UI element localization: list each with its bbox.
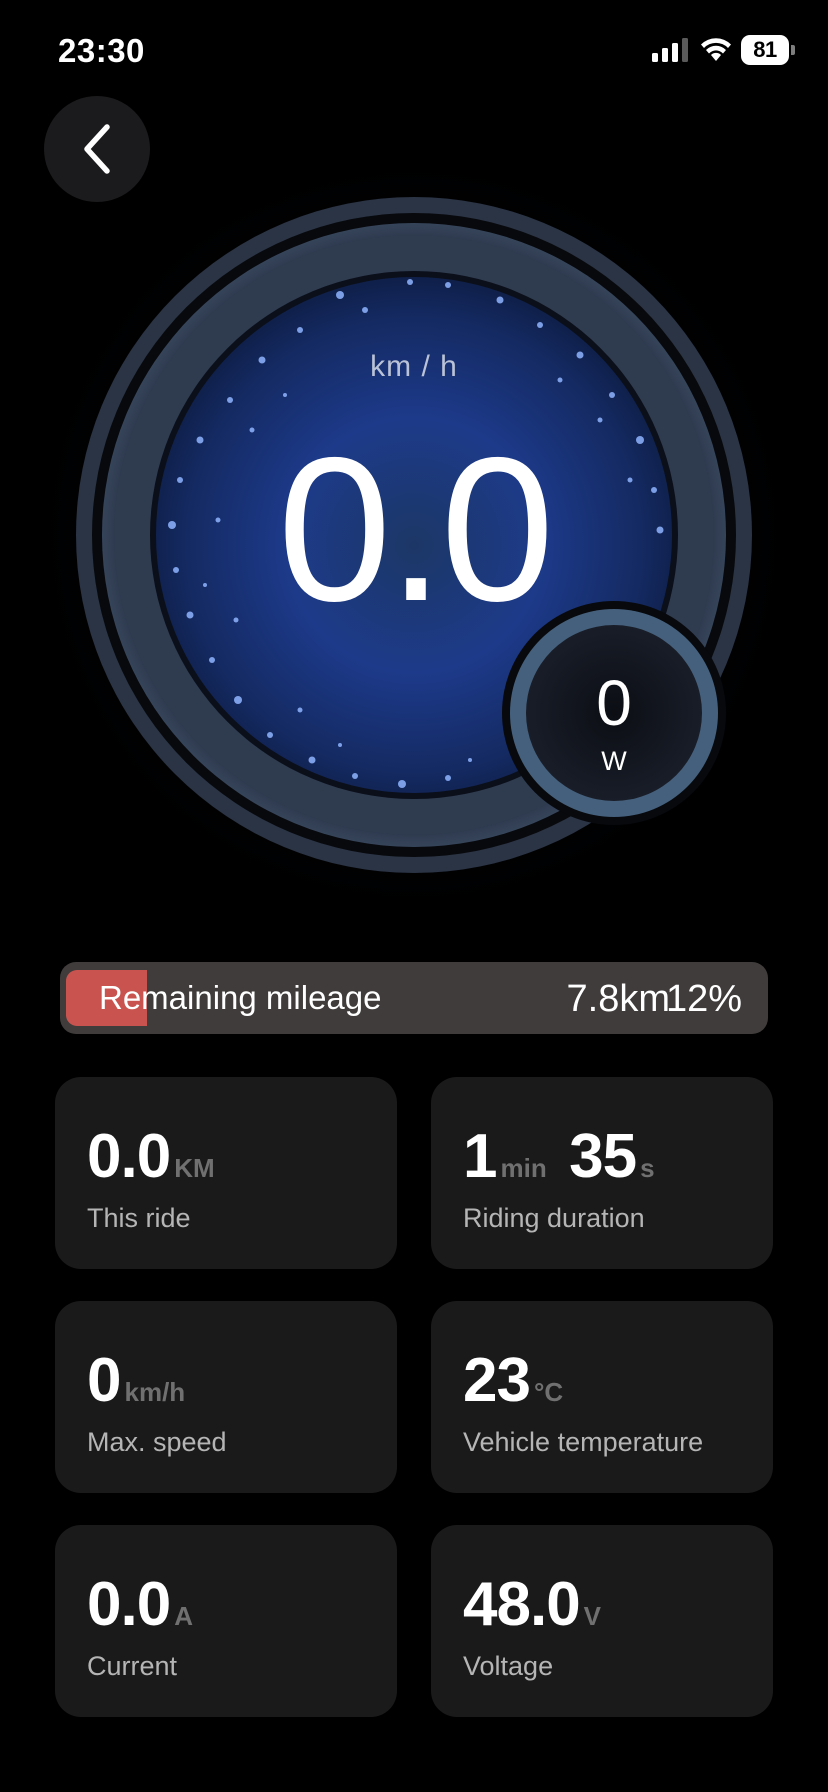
riding-duration-card: 1 min 35 s Riding duration [431, 1077, 773, 1269]
speed-unit-label: km / h [370, 350, 458, 383]
voltage-unit: V [583, 1601, 602, 1631]
remaining-distance: 7.8km [566, 978, 670, 1020]
duration-minutes-value: 1 [463, 1122, 497, 1191]
current-label: Current [87, 1651, 178, 1681]
ride-distance-label: This ride [87, 1203, 191, 1233]
temperature-unit: °C [533, 1377, 564, 1407]
max-speed-label: Max. speed [87, 1427, 227, 1457]
this-ride-card: 0.0 KM This ride [55, 1077, 397, 1269]
riding-duration-label: Riding duration [463, 1203, 645, 1233]
power-unit-label: W [601, 746, 627, 776]
temperature-value: 23 [463, 1346, 531, 1415]
duration-seconds-value: 35 [569, 1122, 637, 1191]
current-card: 0.0 A Current [55, 1525, 397, 1717]
duration-minutes-unit: min [500, 1153, 547, 1183]
max-speed-value: 0 [87, 1346, 121, 1415]
max-speed-unit: km/h [124, 1377, 186, 1407]
voltage-card: 48.0 V Voltage [431, 1525, 773, 1717]
current-value: 0.0 [87, 1570, 171, 1639]
speed-value: 0.0 [277, 415, 555, 644]
voltage-label: Voltage [463, 1651, 554, 1681]
power-value: 0 [596, 667, 632, 739]
vehicle-temperature-card: 23 °C Vehicle temperature [431, 1301, 773, 1493]
ride-distance-unit: KM [174, 1153, 215, 1183]
remaining-mileage-bar: Remaining mileage 7.8km 12% [60, 962, 768, 1034]
battery-percent-text: 12% [665, 978, 742, 1020]
voltage-value: 48.0 [463, 1570, 581, 1639]
max-speed-card: 0 km/h Max. speed [55, 1301, 397, 1493]
ride-distance-value: 0.0 [87, 1122, 171, 1191]
duration-seconds-unit: s [640, 1153, 655, 1183]
temperature-label: Vehicle temperature [463, 1427, 704, 1457]
speedometer-screen: 23:30 81 km / h 0.0 0 W Remaining mileag… [0, 0, 828, 1792]
current-unit: A [174, 1601, 193, 1631]
remaining-mileage-label: Remaining mileage [99, 979, 382, 1016]
